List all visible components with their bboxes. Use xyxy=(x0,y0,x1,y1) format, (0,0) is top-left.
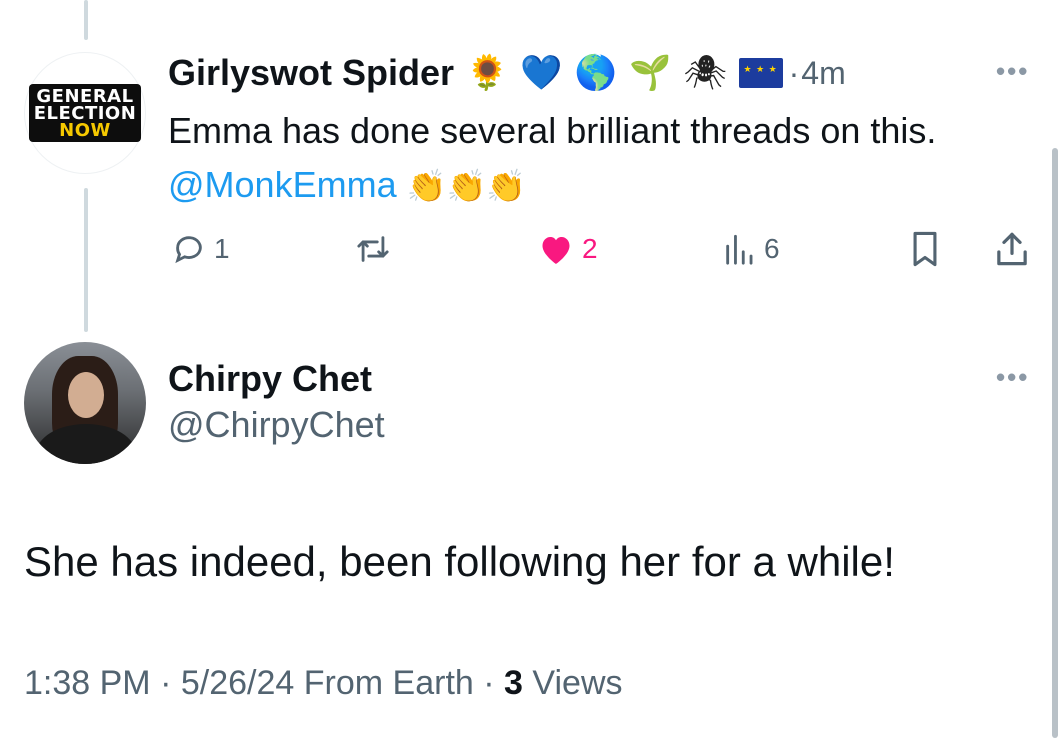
tweet-source: From Earth xyxy=(303,664,474,702)
share-icon xyxy=(997,232,1027,266)
views-count: 6 xyxy=(764,233,780,264)
reply-icon xyxy=(175,236,202,264)
bookmark-button[interactable] xyxy=(908,226,942,272)
tweet-meta: 1:38 PM · 5/26/24 From Earth · 3 Views xyxy=(24,664,623,702)
reply-tweet-header: Chirpy Chet @ChirpyChet xyxy=(168,356,385,448)
sunflower-icon: 🌻 xyxy=(466,53,509,93)
tweet-date[interactable]: 5/26/24 xyxy=(181,664,294,702)
reply-tweet-text: She has indeed, been following her for a… xyxy=(24,538,895,585)
bookmark-icon xyxy=(913,231,937,267)
like-count: 2 xyxy=(582,233,598,264)
views-label: Views xyxy=(532,664,623,702)
retweet-icon xyxy=(357,236,389,262)
general-election-now-logo: GENERAL ELECTION NOW xyxy=(29,84,141,142)
thread-line-top xyxy=(84,0,88,40)
clapping-hands-icon: 👏👏👏 xyxy=(406,167,527,205)
seedling-icon: 🌱 xyxy=(629,53,672,93)
heart-filled-icon xyxy=(542,237,570,264)
reply-count: 1 xyxy=(214,233,230,264)
time-separator: · xyxy=(788,54,800,91)
retweet-button[interactable] xyxy=(354,226,400,272)
scrollbar[interactable] xyxy=(1052,148,1058,738)
tweet-time[interactable]: 4m xyxy=(801,55,845,92)
tweet-header: Girlyswot Spider 🌻 💙 🌎 🌱 🕷 · 4m xyxy=(168,48,1048,98)
tweet-timestamp[interactable]: 1:38 PM xyxy=(24,664,151,702)
views-button[interactable]: 6 xyxy=(722,226,780,272)
thread-line-connector xyxy=(84,188,88,332)
share-button[interactable] xyxy=(994,226,1030,272)
analytics-icon xyxy=(726,234,753,265)
like-button[interactable]: 2 xyxy=(538,226,598,272)
action-bar: 1 2 6 xyxy=(168,226,1048,272)
more-options-icon[interactable]: ••• xyxy=(996,56,1029,87)
author-name[interactable]: Chirpy Chet xyxy=(168,356,385,402)
author-handle[interactable]: @ChirpyChet xyxy=(168,402,385,448)
tweet-text: Emma has done several brilliant threads … xyxy=(168,110,937,205)
author-name[interactable]: Girlyswot Spider xyxy=(168,52,454,94)
eu-flag-icon xyxy=(738,58,783,88)
parent-tweet: Girlyswot Spider 🌻 💙 🌎 🌱 🕷 · 4m Emma has… xyxy=(168,48,1048,213)
globe-icon: 🌎 xyxy=(574,53,618,93)
avatar[interactable] xyxy=(24,342,146,464)
spider-icon: 🕷 xyxy=(683,53,727,93)
more-options-icon[interactable]: ••• xyxy=(996,362,1029,393)
reply-button[interactable]: 1 xyxy=(172,226,230,272)
views-count: 3 xyxy=(504,664,523,702)
mention-link[interactable]: @MonkEmma xyxy=(168,164,397,205)
avatar[interactable]: GENERAL ELECTION NOW xyxy=(24,52,146,174)
blue-heart-icon: 💙 xyxy=(520,53,563,93)
